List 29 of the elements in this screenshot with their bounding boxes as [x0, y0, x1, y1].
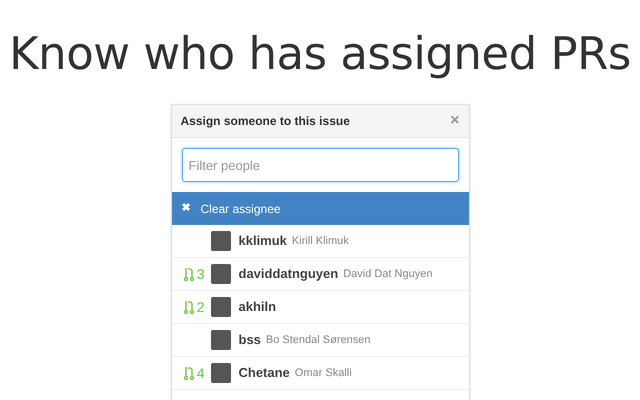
pull-request-icon	[184, 267, 194, 281]
user-login: daviddatnguyen	[238, 265, 338, 284]
avatar-placeholder	[210, 363, 230, 383]
assignee-item[interactable]: 2 akhiln	[172, 291, 468, 324]
user-full-name: Bo Stendal Sørensen	[266, 332, 370, 348]
avatar-placeholder	[210, 231, 230, 251]
avatar-placeholder	[210, 297, 230, 317]
pr-count: 3	[196, 264, 204, 284]
avatar-placeholder	[210, 330, 230, 350]
headline: Know who has assigned PRs	[9, 26, 631, 82]
assignee-item[interactable]: bss Bo Stendal Sørensen	[172, 324, 468, 357]
user-full-name: David Dat Nguyen	[343, 266, 432, 282]
user-full-name: Kirill Klimuk	[292, 234, 349, 249]
assignee-item[interactable]: 4 Chetane Omar Skalli	[172, 357, 468, 390]
filter-field[interactable]: Filter people	[182, 148, 458, 182]
assignee-item[interactable]: 3 daviddatnguyen David Dat Nguyen	[172, 258, 468, 291]
user-full-name: Omar Skalli	[294, 366, 352, 381]
clear-assignee-item[interactable]: ✖ Clear assignee	[172, 192, 468, 225]
avatar-placeholder	[210, 264, 230, 284]
popup-title: Assign someone to this issue	[180, 113, 350, 130]
pr-count: 4	[196, 364, 204, 382]
user-login: kklimuk	[238, 232, 287, 250]
pr-count: 2	[196, 298, 204, 316]
user-login: akhiln	[238, 298, 276, 316]
pull-request-icon	[184, 300, 194, 314]
user-login: Chetane	[238, 364, 290, 382]
user-login: bss	[238, 331, 261, 350]
assignee-item[interactable]: kklimuk Kirill Klimuk	[172, 225, 468, 258]
pull-request-icon	[184, 366, 194, 380]
